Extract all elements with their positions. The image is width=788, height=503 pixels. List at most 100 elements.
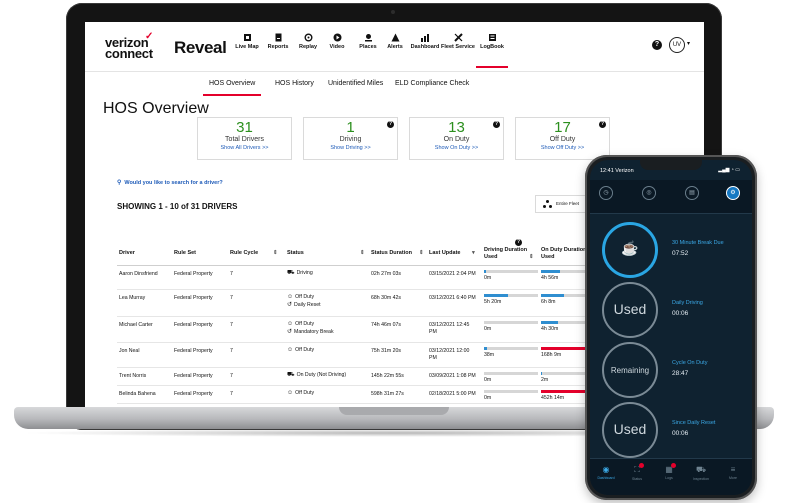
nav-label: Live Map bbox=[235, 44, 259, 50]
driver-name[interactable]: Belinda Bahena bbox=[119, 391, 156, 398]
col-status-duration[interactable]: Status Duration bbox=[371, 250, 412, 256]
nav-label: Replay bbox=[298, 44, 318, 50]
gear-icon[interactable]: ⚙ bbox=[726, 186, 740, 200]
nav-label: Alerts bbox=[387, 44, 403, 50]
tab-logs[interactable]: ▦ Logs bbox=[655, 463, 683, 480]
nav-label: Reports bbox=[267, 44, 289, 50]
rule-set: Federal Property bbox=[174, 373, 213, 379]
hos-clock-ring[interactable]: Used bbox=[602, 402, 658, 458]
total-drivers-card: 31 Total Drivers Show All Drivers >> bbox=[197, 117, 292, 160]
off-duty-icon: ☺ bbox=[287, 294, 294, 300]
chevron-down-icon[interactable]: ▾ bbox=[687, 40, 690, 47]
dashboard-icon: ◉ bbox=[602, 465, 610, 474]
driver-name[interactable]: Lea Murray bbox=[119, 295, 145, 302]
show-on-duty-link[interactable]: Show On Duty >> bbox=[410, 144, 503, 153]
sort-icon[interactable]: ⇕ bbox=[529, 254, 534, 260]
card-label: On Duty bbox=[443, 136, 470, 143]
card-value: 31 bbox=[236, 119, 253, 136]
card-value: 1 bbox=[346, 119, 355, 136]
truck-icon[interactable]: ▤ bbox=[685, 186, 699, 200]
driver-name[interactable]: Trent Norris bbox=[119, 373, 146, 380]
col-on-duty-duration[interactable]: On Duty Duration bbox=[541, 247, 587, 253]
driving-duration-bar bbox=[484, 390, 538, 393]
hos-clock-title: Since Daily Reset bbox=[672, 420, 716, 426]
tab-status[interactable]: ⛶ Status bbox=[623, 463, 651, 481]
hos-clock-ring[interactable]: Used bbox=[602, 282, 658, 338]
driving-duration-used: 5h 20m bbox=[484, 299, 502, 305]
rule-cycle: 7 bbox=[230, 322, 233, 328]
status-duration: 74h 46m 07s bbox=[371, 322, 401, 328]
tab-hos-overview[interactable]: HOS Overview bbox=[202, 80, 262, 96]
tab-hos-history[interactable]: HOS History bbox=[275, 80, 314, 87]
driving-duration-fill bbox=[484, 347, 487, 350]
chevron-down-icon[interactable]: ▾ bbox=[472, 250, 475, 256]
ring-label: Used bbox=[613, 421, 647, 437]
rule-cycle: 7 bbox=[230, 391, 233, 397]
steering-icon[interactable]: ◎ bbox=[642, 186, 656, 200]
show-all-drivers-link[interactable]: Show All Drivers >> bbox=[198, 144, 291, 153]
show-off-duty-link[interactable]: Show Off Duty >> bbox=[516, 144, 609, 153]
sort-icon[interactable]: ⇕ bbox=[273, 250, 278, 256]
driving-duration-bar bbox=[484, 347, 538, 350]
tab-dashboard[interactable]: ◉ Dashboard bbox=[592, 465, 620, 480]
tab-more[interactable]: ≡ More bbox=[719, 465, 747, 480]
search-link-text: Would you like to search for a driver? bbox=[124, 180, 223, 186]
fleet-selector[interactable]: Entire Fleet bbox=[535, 195, 589, 213]
on-duty-duration-used: 4h 56m bbox=[541, 275, 559, 281]
col-rule-set[interactable]: Rule Set bbox=[174, 250, 196, 256]
driver-name[interactable]: Aaron Dinsfriend bbox=[119, 271, 158, 278]
nav-label: Dashboard bbox=[410, 44, 440, 50]
col-driver[interactable]: Driver bbox=[119, 250, 135, 256]
col-rule-cycle[interactable]: Rule Cycle bbox=[230, 250, 258, 256]
last-update: 03/12/2021 12:45 bbox=[429, 322, 470, 328]
signal-wifi-battery-icon: ▂▄▆ ◔ ▭ bbox=[718, 167, 740, 173]
info-icon[interactable]: ? bbox=[387, 121, 394, 128]
driver-name[interactable]: Michael Carter bbox=[119, 322, 153, 329]
phone-notch bbox=[640, 160, 702, 170]
nav-label: Fleet Service bbox=[441, 44, 475, 50]
driver-name[interactable]: Jon Neal bbox=[119, 348, 139, 355]
laptop-notch bbox=[339, 407, 449, 415]
menu-icon: ≡ bbox=[730, 465, 736, 474]
card-label: Total Drivers bbox=[225, 136, 264, 143]
status-duration: 598h 31m 27s bbox=[371, 391, 404, 397]
driving-duration-used: 0m bbox=[484, 326, 492, 332]
hos-clock-value: 00:06 bbox=[672, 430, 689, 437]
info-icon[interactable]: ? bbox=[599, 121, 606, 128]
showing-count: SHOWING 1 - 10 of 31 DRIVERS bbox=[117, 202, 238, 211]
card-value: 13 bbox=[448, 119, 465, 136]
sort-icon[interactable]: ⇕ bbox=[419, 250, 424, 256]
tab-unidentified-miles[interactable]: Unidentified Miles bbox=[328, 80, 383, 87]
tab-inspection[interactable]: ⛟ Inspection bbox=[687, 465, 715, 481]
tab-eld-compliance-check[interactable]: ELD Compliance Check bbox=[395, 80, 469, 87]
driving-duration-used: 0m bbox=[484, 377, 492, 383]
verizon-connect-logo[interactable]: verizon connect ✓ bbox=[105, 31, 153, 60]
col-last-update[interactable]: Last Update bbox=[429, 250, 460, 256]
driver-search-link[interactable]: ⚲ Would you like to search for a driver? bbox=[117, 179, 223, 186]
inspection-icon: ⛟ bbox=[695, 465, 707, 474]
truck-icon: ⛟ bbox=[287, 270, 295, 276]
on-duty-duration-used: 6h 8m bbox=[541, 299, 556, 305]
show-driving-link[interactable]: Show Driving >> bbox=[304, 144, 397, 153]
last-update: 03/09/2021 1:08 PM bbox=[429, 373, 476, 379]
col-driving-duration[interactable]: Driving Duration bbox=[484, 247, 527, 253]
status-sub-text: Daily Reset bbox=[294, 302, 321, 308]
rule-cycle: 7 bbox=[230, 348, 233, 354]
fleet-selector-label: Entire Fleet bbox=[556, 201, 580, 206]
hos-clock-ring[interactable]: ☕ bbox=[602, 222, 658, 278]
avatar[interactable]: UV bbox=[669, 37, 685, 53]
rule-set: Federal Property bbox=[174, 322, 213, 328]
hos-clock-ring[interactable]: Remaining bbox=[602, 342, 658, 398]
help-icon[interactable]: ? bbox=[652, 40, 662, 50]
nav-logbook[interactable]: LogBook bbox=[472, 33, 512, 68]
logbook-icon bbox=[488, 34, 496, 41]
search-icon: ⚲ bbox=[117, 180, 122, 186]
on-duty-duration-used: 168h 9m bbox=[541, 352, 562, 358]
info-icon[interactable]: ? bbox=[493, 121, 500, 128]
sort-icon[interactable]: ⇕ bbox=[360, 250, 365, 256]
last-update-line2: PM bbox=[429, 355, 437, 361]
tab-label: More bbox=[729, 476, 737, 480]
clock-icon[interactable]: ◷ bbox=[599, 186, 613, 200]
driving-duration-fill bbox=[484, 294, 509, 297]
col-status[interactable]: Status bbox=[287, 250, 304, 256]
